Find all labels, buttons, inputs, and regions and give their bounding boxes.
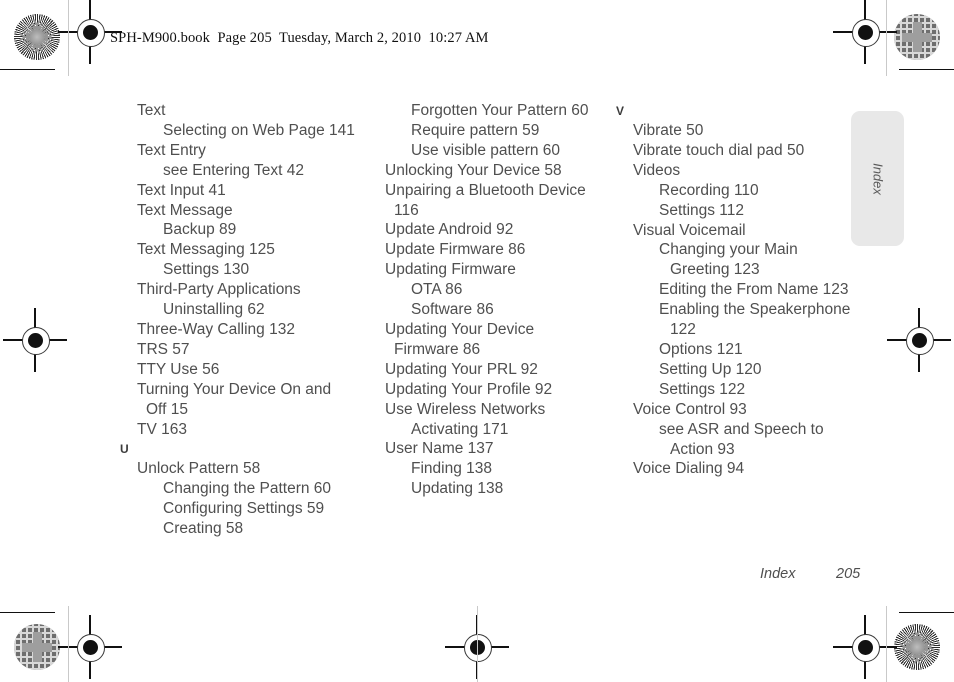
index-subentry: Settings 122 [659,380,746,398]
index-subentry: Backup 89 [163,221,237,239]
index-entry: User Name 137 [385,440,494,458]
index-entry: Text [137,102,166,119]
bottom-left-trim-line [0,69,55,71]
top-right-crosshair [833,0,897,64]
index-entry: Update Firmware 86 [385,241,526,259]
index-subentry: Require pattern 59 [411,121,540,139]
bottom-right-crosshair [833,615,897,679]
index-subentry-continuation: Greeting 123 [670,261,760,279]
index-entry: Updating Your Device [385,320,535,338]
index-section-letter: U [120,442,129,457]
index-subentry: OTA 86 [411,281,463,299]
bottom-left-maze-target [14,624,60,670]
index-subentry: Creating 58 [163,520,244,538]
index-entry: Turning Your Device On and [137,380,332,398]
index-entry: Voice Dialing 94 [633,460,745,478]
index-entry: Vibrate 50 [633,122,704,139]
right-trim-guideline-bottom [886,606,887,682]
index-subentry: Changing your Main [659,241,798,259]
index-entry: Unpairing a Bluetooth Device [385,181,586,199]
index-subentry: Options 121 [659,340,743,358]
index-entry: Update Android 92 [385,221,514,239]
index-subentry: Setting Up 120 [659,360,762,378]
footer-section-label: Index [760,566,796,582]
index-subentry: Activating 171 [411,420,509,438]
index-subentry: Software 86 [411,301,494,319]
index-entry: Text Entry [137,141,206,159]
index-entry: Updating Your PRL 92 [385,360,538,378]
center-trim-guideline-bottom [477,606,478,682]
index-entry: Unlocking Your Device 58 [385,161,562,179]
index-entry: Videos [633,161,681,179]
index-entry: TRS 57 [137,340,190,358]
index-entry: Text Message [137,201,233,219]
index-entry: Visual Voicemail [633,221,746,239]
index-entry: Updating Your Profile 92 [385,380,553,398]
index-entry: TTY Use 56 [137,360,220,378]
index-entry-continuation: 116 [394,201,419,219]
crosshair-dot [82,639,98,655]
index-subentry: Finding 138 [411,460,493,478]
index-subentry: Editing the From Name 123 [659,281,849,299]
index-entry: Unlock Pattern 58 [137,460,261,478]
bottom-right-star-target [894,624,940,670]
index-subentry: Settings 130 [163,261,250,279]
mid-right-crosshair [887,308,951,372]
side-index-tab: Index [851,111,904,246]
index-entry: TV 163 [137,420,187,438]
index-entry: Third-Party Applications [137,281,301,299]
index-subentry: Configuring Settings 59 [163,500,325,518]
left-trim-guideline-bottom [68,606,69,682]
bottom-left-trim-line-2 [0,612,55,614]
crosshair-dot [82,24,98,40]
index-entry: Updating Firmware [385,261,516,279]
index-subentry: Updating 138 [411,480,504,498]
index-entry-continuation: Off 15 [146,400,188,418]
mid-left-crosshair [3,308,67,372]
crosshair-dot [27,332,43,348]
index-subentry: Recording 110 [659,181,759,199]
index-entry: Vibrate touch dial pad 50 [633,141,805,159]
index-column-3: V Vibrate 50 Vibrate touch dial pad 50 Vide… [616,101,856,479]
top-left-star-target [14,14,60,60]
document-header: SPH-M900.book Page 205 Tuesday, March 2,… [110,30,489,46]
index-subentry: see ASR and Speech to [659,420,824,438]
index-subentry-continuation: 122 [670,321,696,339]
index-entry: Text Messaging 125 [137,241,275,259]
top-right-maze-target [894,14,940,60]
index-subentry: Settings 112 [659,201,745,219]
index-subentry: Use visible pattern 60 [411,141,561,159]
crosshair-dot [857,24,873,40]
index-subentry: Selecting on Web Page 141 [163,121,355,139]
index-entry: Three-Way Calling 132 [137,320,295,338]
bottom-right-trim-line [899,612,954,614]
side-index-tab-label: Index [870,162,885,195]
index-subentry: Uninstalling 62 [163,301,265,319]
right-trim-guideline [886,0,887,76]
crosshair-dot [857,639,873,655]
crosshair-dot [911,332,927,348]
index-entry-continuation: Firmware 86 [394,340,481,358]
index-subentry: Forgotten Your Pattern 60 [411,102,589,119]
index-subentry: Changing the Pattern 60 [163,480,332,498]
index-subentry: Enabling the Speakerphone [659,301,851,319]
left-trim-guideline [68,0,69,76]
top-right-trim-line [899,69,954,71]
index-subentry: see Entering Text 42 [163,161,305,179]
index-subentry-continuation: Action 93 [670,440,735,458]
index-column-1: Text Selecting on Web Page 141 Text Entry s… [120,101,370,539]
index-entry: Text Input 41 [137,181,226,199]
footer-page-number: 205 [836,566,861,582]
index-section-letter: V [616,104,625,118]
index-entry: Use Wireless Networks [385,400,546,418]
index-entry: Voice Control 93 [633,400,747,418]
index-column-2: Forgotten Your Pattern 60 Require pattern… [368,101,613,499]
